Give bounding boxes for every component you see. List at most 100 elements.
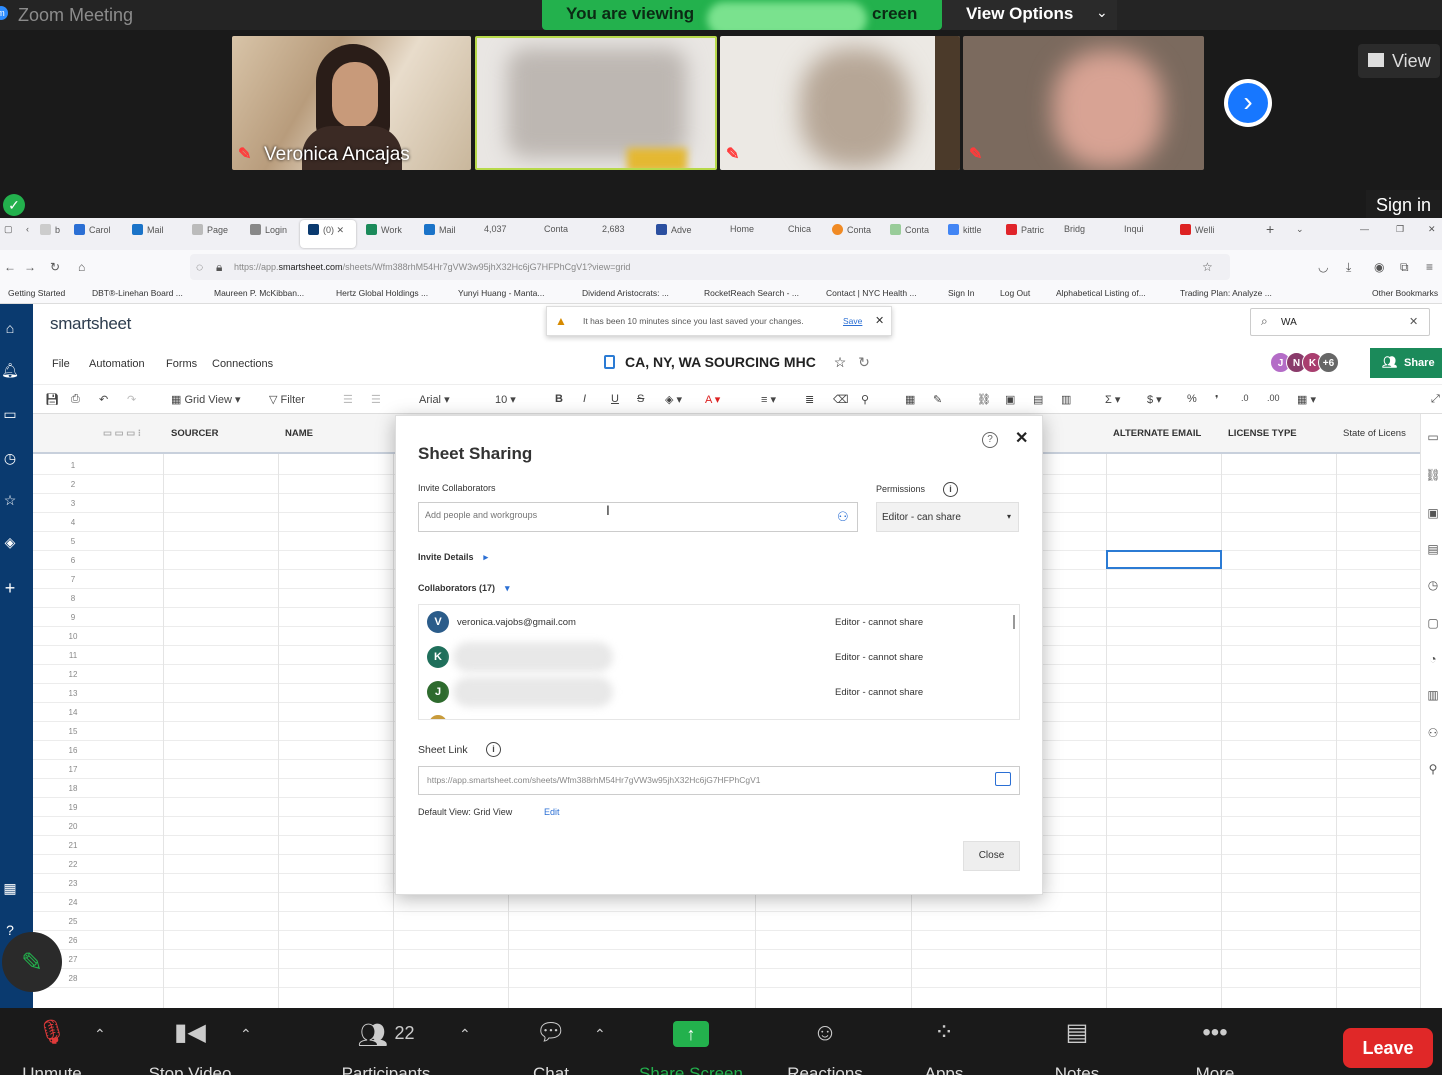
info-icon[interactable]: i <box>486 742 501 757</box>
forward-icon[interactable]: → <box>24 260 36 274</box>
bookmark[interactable]: Sign In <box>948 288 974 298</box>
bell-icon[interactable]: 🔔︎ <box>0 362 20 382</box>
column-header[interactable]: State of Licens <box>1343 428 1406 439</box>
thousands-icon[interactable]: ❜ <box>1215 393 1219 406</box>
edit-link[interactable]: Edit <box>544 807 560 817</box>
tab[interactable]: Mail <box>424 224 456 235</box>
print-icon[interactable]: ⎙ <box>71 393 80 406</box>
tab[interactable]: Conta <box>544 224 568 234</box>
close-icon[interactable]: ✕ <box>875 314 884 327</box>
indent-icon[interactable]: ☰ <box>371 393 381 406</box>
menu-icon[interactable]: ≡ <box>1426 260 1433 274</box>
row-number[interactable]: 13 <box>53 689 93 698</box>
star-icon[interactable]: ☆ <box>0 492 20 512</box>
clear-format-icon[interactable]: ⌫ <box>833 393 849 406</box>
tab[interactable]: Login <box>250 224 287 235</box>
outdent-icon[interactable]: ☰ <box>343 393 353 406</box>
close-icon[interactable]: ✕ <box>1428 224 1436 235</box>
extensions-icon[interactable]: ⧉ <box>1400 260 1409 275</box>
sign-in-button[interactable]: Sign in <box>1366 190 1440 220</box>
strikethrough-icon[interactable]: S <box>637 393 644 405</box>
column-header[interactable]: ALTERNATE EMAIL <box>1113 428 1201 439</box>
unmute-button[interactable]: 🎙︎ Unmute <box>10 1018 94 1075</box>
chevron-up-icon[interactable]: ⌃ <box>94 1026 106 1043</box>
currency-icon[interactable]: $ ▾ <box>1147 393 1162 406</box>
conditional-format-icon[interactable]: ▦ <box>905 393 915 406</box>
bookmark[interactable]: Hertz Global Holdings ... <box>336 288 428 298</box>
chevron-up-icon[interactable]: ⌃ <box>240 1026 252 1043</box>
tab[interactable]: Patric <box>1006 224 1044 235</box>
home-icon[interactable]: ⌂ <box>0 320 20 340</box>
column-header[interactable]: SOURCER <box>171 428 219 439</box>
refresh-icon[interactable]: ↻ <box>858 354 870 370</box>
close-button[interactable]: Close <box>963 841 1020 871</box>
row-number[interactable]: 12 <box>53 670 93 679</box>
email-icon[interactable] <box>995 772 1011 786</box>
wrap-icon[interactable]: ≣ <box>805 393 814 406</box>
minimize-icon[interactable]: — <box>1360 224 1369 234</box>
menu-file[interactable]: File <box>52 358 70 370</box>
apps-button[interactable]: ⁘ Apps <box>914 1018 974 1075</box>
tab[interactable]: Mail <box>132 224 164 235</box>
menu-forms[interactable]: Forms <box>166 358 197 370</box>
attachments-icon[interactable]: ⛓ <box>1425 468 1441 484</box>
row-number[interactable]: 6 <box>53 556 93 565</box>
permission-select[interactable]: Editor - can share ▾ <box>876 502 1019 532</box>
publish-icon[interactable]: ▢ <box>1425 616 1441 632</box>
bookmark[interactable]: DBT®-Linehan Board ... <box>92 288 183 298</box>
history-icon[interactable]: ◔ <box>1425 652 1441 668</box>
row-number[interactable]: 2 <box>53 480 93 489</box>
tab[interactable]: Carol <box>74 224 111 235</box>
collaborator-role[interactable]: Editor - cannot share <box>835 652 923 663</box>
account-icon[interactable]: ◉ <box>1374 260 1384 274</box>
row-number[interactable]: 4 <box>53 518 93 527</box>
undo-icon[interactable]: ↶ <box>99 393 108 406</box>
share-button[interactable]: 👥︎ Share <box>1370 348 1442 378</box>
participants-button[interactable]: 👥︎ 22 Participants <box>334 1018 438 1075</box>
bold-icon[interactable]: B <box>555 393 563 405</box>
smartsheet-logo[interactable]: smartsheet <box>50 314 131 334</box>
download-icon[interactable]: ⤓ <box>1346 260 1351 275</box>
row-number[interactable]: 11 <box>53 651 93 660</box>
back-icon[interactable]: ← <box>4 260 16 274</box>
bookmark[interactable]: Trading Plan: Analyze ... <box>1180 288 1272 298</box>
people-icon[interactable]: ⚇ <box>1425 726 1441 742</box>
pocket-icon[interactable]: ◡ <box>1318 260 1328 274</box>
bookmark[interactable]: Contact | NYC Health ... <box>826 288 917 298</box>
comments-icon[interactable]: ▭ <box>1425 430 1441 446</box>
bookmark[interactable]: Yunyi Huang - Manta... <box>458 288 544 298</box>
bookmark[interactable]: Alphabetical Listing of... <box>1056 288 1146 298</box>
reactions-button[interactable]: ☺ Reactions <box>780 1018 870 1075</box>
video-tile[interactable] <box>475 36 717 170</box>
menu-connections[interactable]: Connections <box>212 358 273 370</box>
highlight-icon[interactable]: ✎ <box>933 393 942 406</box>
row-number[interactable]: 25 <box>53 917 93 926</box>
forms-icon[interactable]: ▥ <box>1425 688 1441 704</box>
tab[interactable]: Page <box>192 224 228 235</box>
annotate-pen-icon[interactable]: ✎ <box>2 932 62 992</box>
font-size-dropdown[interactable]: 10 ▾ <box>495 393 516 406</box>
row-number[interactable]: 19 <box>53 803 93 812</box>
row-number[interactable]: 17 <box>53 765 93 774</box>
reload-icon[interactable]: ↻ <box>50 260 60 274</box>
font-dropdown[interactable]: Arial ▾ <box>419 393 450 406</box>
scrollbar[interactable] <box>1013 615 1015 629</box>
row-number[interactable]: 24 <box>53 898 93 907</box>
bookmark[interactable]: Dividend Aristocrats: ... <box>582 288 669 298</box>
row-number[interactable]: 8 <box>53 594 93 603</box>
tab[interactable]: Inqui <box>1124 224 1144 234</box>
row-number[interactable]: 14 <box>53 708 93 717</box>
text-color-icon[interactable]: A ▾ <box>705 393 720 406</box>
search-box[interactable]: ⌕ WA ✕ <box>1250 308 1430 336</box>
star-icon[interactable]: ☆ <box>1202 260 1213 274</box>
selected-cell[interactable] <box>1106 550 1222 569</box>
tab-list-icon[interactable]: ▢ <box>4 224 13 235</box>
row-number[interactable]: 20 <box>53 822 93 831</box>
url-bar[interactable]: ◌ 🔒︎ https://app.smartsheet.com/sheets/W… <box>190 254 1230 280</box>
close-icon[interactable]: ✕ <box>1015 428 1028 448</box>
row-number[interactable]: 28 <box>53 974 93 983</box>
summary-icon[interactable]: ▤ <box>1425 542 1441 558</box>
solution-center-icon[interactable]: ◈ <box>0 534 20 554</box>
stop-video-button[interactable]: ▮◀ Stop Video <box>140 1018 240 1075</box>
bookmark[interactable]: Getting Started <box>8 288 65 298</box>
